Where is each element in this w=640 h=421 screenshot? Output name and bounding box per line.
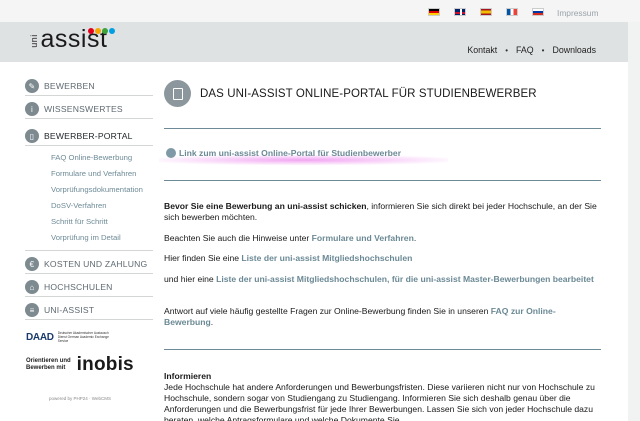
- logo-dot: [109, 28, 115, 34]
- master-list-link[interactable]: Liste der uni-assist Mitgliedshochschule…: [216, 274, 594, 284]
- nav-separator: •: [505, 45, 509, 55]
- logo-dots: [88, 28, 115, 34]
- inobis-tagline: Orientieren und Bewerben mit: [26, 358, 71, 372]
- pen-icon: ✎: [25, 79, 39, 93]
- flag-de-icon[interactable]: [428, 8, 440, 16]
- powered-by: powered by PHP24 · WebCMS: [49, 396, 111, 401]
- subnav-vorpruefungsdokumentation[interactable]: Vorprüfungsdokumentation: [51, 182, 153, 198]
- sidebar-item-bewerber-portal[interactable]: ▯ BEWERBER-PORTAL: [25, 127, 153, 146]
- subnav-schritt-fuer-schritt[interactable]: Schritt für Schritt: [51, 214, 153, 230]
- logo-dot: [95, 28, 101, 34]
- nav-separator: •: [541, 45, 545, 55]
- inobis-logo[interactable]: Orientieren und Bewerben mit inobis: [26, 354, 134, 376]
- hint-text: Beachten Sie auch die Hinweise unter: [164, 233, 312, 243]
- sidebar-item-label: BEWERBEN: [44, 81, 95, 91]
- hint-paragraph: Beachten Sie auch die Hinweise unter For…: [164, 233, 600, 244]
- nav-faq[interactable]: FAQ: [516, 45, 534, 55]
- members-paragraph: Hier finden Sie eine Liste der uni-assis…: [164, 253, 600, 264]
- divider: [164, 349, 601, 350]
- faq-paragraph: Antwort auf viele häufig gestellte Frage…: [164, 306, 600, 328]
- divider: [164, 180, 601, 181]
- divider: [164, 128, 601, 129]
- sidebar-item-label: UNI-ASSIST: [44, 305, 95, 315]
- master-paragraph: und hier eine Liste der uni-assist Mitgl…: [164, 274, 600, 285]
- inobis-tagline-1: Orientieren und: [26, 358, 71, 364]
- daad-logo[interactable]: DAAD Deutscher Akademischer Austausch Di…: [26, 331, 118, 344]
- logo-dot: [102, 28, 108, 34]
- building-icon: ⌂: [25, 280, 39, 294]
- sidebar-item-label: WISSENSWERTES: [44, 104, 123, 114]
- members-list-link[interactable]: Liste der uni-assist Mitgliedshochschule…: [241, 253, 412, 263]
- sidebar-item-uni-assist[interactable]: ≡ UNI-ASSIST: [25, 301, 153, 320]
- list-icon: ≡: [25, 303, 39, 317]
- sidebar: ✎ BEWERBEN i WISSENSWERTES ▯ BEWERBER-PO…: [25, 77, 153, 320]
- subnav-formulare[interactable]: Formulare und Verfahren: [51, 166, 153, 182]
- subnav-vorpruefung-im-detail[interactable]: Vorprüfung im Detail: [51, 230, 153, 246]
- intro-paragraph: Bevor Sie eine Bewerbung an uni-assist s…: [164, 201, 600, 223]
- nav-downloads[interactable]: Downloads: [552, 45, 596, 55]
- intro-bold: Bevor Sie eine Bewerbung an uni-assist s…: [164, 201, 367, 211]
- subnav-dosv-verfahren[interactable]: DoSV-Verfahren: [51, 198, 153, 214]
- info-paragraph: Jede Hochschule hat andere Anforderungen…: [164, 382, 595, 421]
- subnav-faq-online-bewerbung[interactable]: FAQ Online-Bewerbung: [51, 150, 153, 166]
- flag-es-icon[interactable]: [480, 8, 492, 16]
- portal-icon: ▯: [25, 129, 39, 143]
- portal-icon: [164, 80, 191, 107]
- page-body: ✎ BEWERBEN i WISSENSWERTES ▯ BEWERBER-PO…: [0, 62, 628, 421]
- sidebar-item-wissenswertes[interactable]: i WISSENSWERTES: [25, 100, 153, 119]
- flag-ru-icon[interactable]: [532, 8, 544, 16]
- page-title-row: DAS UNI-ASSIST ONLINE-PORTAL FÜR STUDIEN…: [164, 80, 537, 107]
- flag-gb-icon[interactable]: [454, 8, 466, 16]
- faq-text: Antwort auf viele häufig gestellte Frage…: [164, 306, 491, 316]
- sidebar-item-bewerben[interactable]: ✎ BEWERBEN: [25, 77, 153, 96]
- sidebar-item-label: BEWERBER-PORTAL: [44, 131, 133, 141]
- sidebar-item-label: HOCHSCHULEN: [44, 282, 113, 292]
- inobis-tagline-2: Bewerben mit: [26, 365, 66, 371]
- info-icon: i: [25, 102, 39, 116]
- flag-fr-icon[interactable]: [506, 8, 518, 16]
- site-header: uniassist Kontakt • FAQ • Downloads: [0, 22, 628, 62]
- formulare-link[interactable]: Formulare und Verfahren: [312, 233, 414, 243]
- info-heading-text: Informieren: [164, 371, 212, 381]
- top-nav: Kontakt • FAQ • Downloads: [467, 45, 596, 55]
- sidebar-subnav: FAQ Online-Bewerbung Formulare und Verfa…: [25, 146, 153, 251]
- online-portal-link-text: Link zum uni-assist Online-Portal für St…: [179, 148, 402, 158]
- faq-end: .: [210, 317, 214, 327]
- daad-text: Deutscher Akademischer Austausch Dienst …: [57, 331, 109, 343]
- top-strip: Impressum: [0, 0, 640, 22]
- members-text: Hier finden Sie eine: [164, 253, 242, 263]
- euro-icon: €: [25, 257, 39, 271]
- sidebar-item-kosten[interactable]: € KOSTEN UND ZAHLUNG: [25, 255, 153, 274]
- master-text: und hier eine: [164, 274, 217, 284]
- inobis-wordmark: inobis: [76, 354, 134, 375]
- logo-prefix: uni: [28, 34, 39, 48]
- info-heading: Informieren: [164, 371, 600, 382]
- sidebar-item-label: KOSTEN UND ZAHLUNG: [44, 259, 148, 269]
- page-title: DAS UNI-ASSIST ONLINE-PORTAL FÜR STUDIEN…: [200, 87, 537, 100]
- nav-kontakt[interactable]: Kontakt: [467, 45, 497, 55]
- online-portal-link[interactable]: Link zum uni-assist Online-Portal für St…: [166, 148, 401, 158]
- daad-mark: DAAD: [26, 332, 54, 344]
- sidebar-item-hochschulen[interactable]: ⌂ HOCHSCHULEN: [25, 278, 153, 297]
- hint-end: .: [413, 233, 417, 243]
- impressum-link[interactable]: Impressum: [557, 8, 598, 18]
- logo-dot: [88, 28, 94, 34]
- language-flags: [428, 8, 544, 16]
- portal-link-icon: [166, 148, 176, 158]
